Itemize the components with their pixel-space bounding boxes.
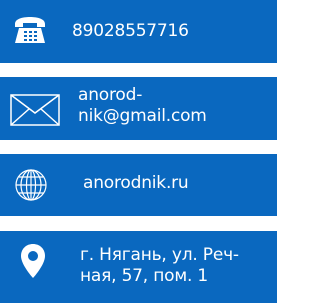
telephone-icon	[15, 17, 45, 43]
globe-icon	[15, 169, 47, 201]
email-card[interactable]: anorod- nik@gmail.com	[0, 77, 277, 140]
address-card[interactable]: г. Нягань, ул. Реч- ная, 57, пом. 1	[0, 231, 277, 303]
email-address[interactable]: anorod- nik@gmail.com	[78, 85, 207, 127]
envelope-icon	[10, 94, 60, 126]
address-line-1: г. Нягань, ул. Реч-	[80, 245, 239, 265]
email-line-2: nik@gmail.com	[78, 106, 207, 126]
website-card[interactable]: anorodnik.ru	[0, 154, 277, 216]
address-text: г. Нягань, ул. Реч- ная, 57, пом. 1	[80, 245, 239, 287]
phone-number[interactable]: 89028557716	[72, 21, 189, 42]
address-line-2: ная, 57, пом. 1	[80, 266, 208, 286]
location-pin-icon	[21, 244, 45, 278]
email-line-1: anorod-	[78, 85, 143, 105]
phone-card[interactable]: 89028557716	[0, 0, 277, 63]
website-url[interactable]: anorodnik.ru	[83, 173, 189, 194]
